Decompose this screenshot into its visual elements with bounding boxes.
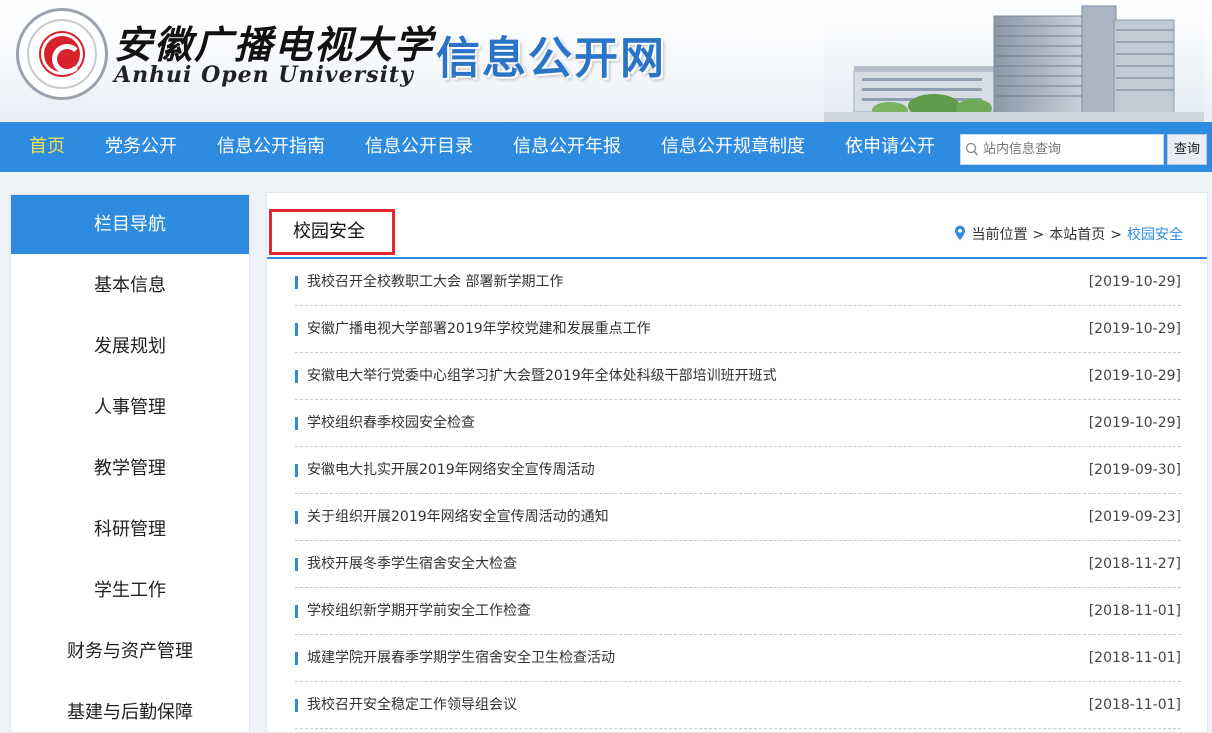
nav-item-annual-report[interactable]: 信息公开年报 (513, 122, 621, 172)
content-panel: 校园安全 当前位置 > 本站首页 > 校园安全 我校召开全校教职工大会 部署新学期工作 … (266, 192, 1208, 733)
breadcrumb-separator: > (1110, 227, 1122, 243)
sidebar-item-research[interactable]: 科研管理 (11, 499, 249, 560)
article-date: [2019-10-29] (1088, 415, 1181, 431)
list-bullet (295, 323, 298, 336)
list-item: 我校召开全校教职工大会 部署新学期工作 [2019-10-29] (295, 259, 1181, 306)
sidebar-item-basic-info[interactable]: 基本信息 (11, 255, 249, 316)
sidebar-item-teaching[interactable]: 教学管理 (11, 438, 249, 499)
list-bullet (295, 605, 298, 618)
logo-english-name[interactable]: Anhui Open University (114, 62, 414, 88)
content-header: 校园安全 当前位置 > 本站首页 > 校园安全 (267, 193, 1207, 259)
breadcrumb-home-link[interactable]: 本站首页 (1049, 227, 1105, 243)
category-title: 校园安全 (269, 209, 395, 255)
breadcrumb-separator: > (1032, 227, 1045, 243)
article-link[interactable]: 城建学院开展春季学期学生宿舍安全卫生检查活动 (307, 635, 615, 682)
search-button[interactable]: 查询 (1167, 134, 1207, 165)
sidebar-item-student-affairs[interactable]: 学生工作 (11, 560, 249, 621)
list-item: 安徽电大举行党委中心组学习扩大会暨2019年全体处科级干部培训班开班式 [201… (295, 353, 1181, 400)
nav-item-disclosure-guide[interactable]: 信息公开指南 (217, 122, 325, 172)
list-item: 学校组织新学期开学前安全工作检查 [2018-11-01] (295, 588, 1181, 635)
nav-item-home[interactable]: 首页 (29, 122, 65, 172)
seal-core (41, 33, 83, 75)
breadcrumb: 当前位置 > 本站首页 > 校园安全 (954, 224, 1183, 244)
article-date: [2019-10-29] (1088, 274, 1181, 290)
article-link[interactable]: 我校召开全校教职工大会 部署新学期工作 (307, 259, 563, 306)
article-link[interactable]: 关于组织开展2019年网络安全宣传周活动的通知 (307, 494, 609, 541)
sidebar-heading: 栏目导航 (11, 195, 249, 254)
list-item: 我校召开安全稳定工作领导组会议 [2018-11-01] (295, 682, 1181, 729)
article-date: [2018-11-01] (1088, 650, 1181, 666)
article-link[interactable]: 我校开展冬季学生宿舍安全大检查 (307, 541, 517, 588)
article-link[interactable]: 我校召开安全稳定工作领导组会议 (307, 682, 517, 729)
sidebar: 栏目导航 基本信息 发展规划 人事管理 教学管理 科研管理 学生工作 财务与资产… (10, 194, 250, 733)
logo-chinese-name[interactable]: 安徽广播电视大学 (114, 14, 434, 69)
article-link[interactable]: 安徽广播电视大学部署2019年学校党建和发展重点工作 (307, 306, 651, 353)
list-bullet (295, 464, 298, 477)
article-date: [2018-11-01] (1088, 697, 1181, 713)
site-header: 安徽广播电视大学 Anhui Open University 信息公开网 (0, 0, 1212, 122)
article-link[interactable]: 安徽电大扎实开展2019年网络安全宣传周活动 (307, 447, 595, 494)
university-seal-icon[interactable] (16, 8, 108, 100)
sidebar-item-infrastructure[interactable]: 基建与后勤保障 (11, 682, 249, 733)
nav-item-party-affairs[interactable]: 党务公开 (105, 122, 177, 172)
nav-item-regulations[interactable]: 信息公开规章制度 (661, 122, 805, 172)
list-item: 我校开展冬季学生宿舍安全大检查 [2018-11-27] (295, 541, 1181, 588)
list-item: 安徽电大扎实开展2019年网络安全宣传周活动 [2019-09-30] (295, 447, 1181, 494)
sidebar-item-personnel[interactable]: 人事管理 (11, 377, 249, 438)
article-date: [2019-09-23] (1088, 509, 1181, 525)
list-bullet (295, 370, 298, 383)
article-date: [2018-11-27] (1088, 556, 1181, 572)
site-title: 信息公开网 (436, 33, 666, 84)
article-date: [2019-10-29] (1088, 368, 1181, 384)
list-bullet (295, 511, 298, 524)
article-link[interactable]: 学校组织新学期开学前安全工作检查 (307, 588, 531, 635)
list-bullet (295, 699, 298, 712)
site-search (960, 134, 1164, 165)
article-link[interactable]: 学校组织春季校园安全检查 (307, 400, 475, 447)
list-bullet (295, 276, 298, 289)
sidebar-item-development-plan[interactable]: 发展规划 (11, 316, 249, 377)
breadcrumb-current-link[interactable]: 校园安全 (1127, 227, 1183, 243)
search-icon (965, 142, 979, 156)
list-bullet (295, 417, 298, 430)
list-item: 安徽广播电视大学部署2019年学校党建和发展重点工作 [2019-10-29] (295, 306, 1181, 353)
search-input[interactable] (983, 135, 1161, 164)
sidebar-item-finance-assets[interactable]: 财务与资产管理 (11, 621, 249, 682)
breadcrumb-prefix: 当前位置 (971, 227, 1028, 243)
article-date: [2018-11-01] (1088, 603, 1181, 619)
nav-item-disclosure-catalog[interactable]: 信息公开目录 (365, 122, 473, 172)
article-date: [2019-09-30] (1088, 462, 1181, 478)
location-pin-icon (954, 225, 965, 241)
list-item: 关于组织开展2019年网络安全宣传周活动的通知 [2019-09-23] (295, 494, 1181, 541)
list-item: 城建学院开展春季学期学生宿舍安全卫生检查活动 [2018-11-01] (295, 635, 1181, 682)
list-item: 学校组织春季校园安全检查 [2019-10-29] (295, 400, 1181, 447)
list-bullet (295, 652, 298, 665)
campus-building-illustration (824, 0, 1204, 122)
article-date: [2019-10-29] (1088, 321, 1181, 337)
list-bullet (295, 558, 298, 571)
article-link[interactable]: 安徽电大举行党委中心组学习扩大会暨2019年全体处科级干部培训班开班式 (307, 353, 777, 400)
nav-item-apply-disclosure[interactable]: 依申请公开 (845, 122, 935, 172)
